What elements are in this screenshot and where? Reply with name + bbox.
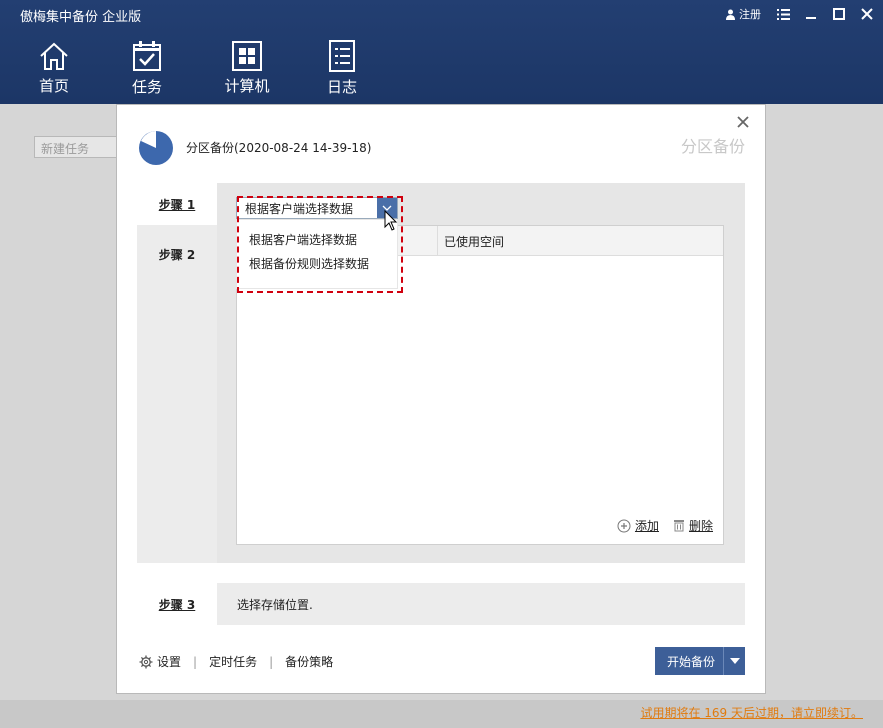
menu-button[interactable] — [771, 0, 795, 28]
schedule-link[interactable]: 定时任务 — [209, 653, 257, 670]
nav-item-home[interactable]: 首页 — [24, 40, 84, 96]
select-dropdown-list: 根据客户端选择数据 根据备份规则选择数据 — [236, 219, 398, 289]
partition-icon — [137, 129, 175, 167]
settings-link[interactable]: 设置 — [139, 653, 181, 670]
dialog-close-button[interactable] — [737, 109, 749, 133]
nav-item-label: 日志 — [326, 78, 357, 96]
main-nav: 首页 任务 计算机 日志 — [24, 40, 404, 96]
maximize-icon — [833, 8, 845, 20]
column-used-space: 已使用空间 — [437, 226, 504, 256]
settings-label: 设置 — [157, 655, 182, 669]
menu-icon — [776, 8, 790, 20]
step3-tab[interactable]: 步骤 3 — [137, 583, 217, 625]
divider: | — [269, 654, 274, 669]
delete-button[interactable]: 删除 — [673, 517, 713, 534]
add-button[interactable]: 添加 — [617, 517, 659, 534]
log-icon — [325, 40, 359, 72]
step3-bar: 步骤 3 选择存储位置. — [137, 583, 745, 625]
nav-item-tasks[interactable]: 任务 — [117, 40, 177, 96]
trial-notice-link[interactable]: 试用期将在 169 天后过期，请立即续订。 — [640, 704, 863, 721]
close-icon — [861, 8, 873, 20]
dialog-type-label: 分区备份 — [680, 137, 745, 156]
close-window-button[interactable] — [855, 0, 879, 28]
dropdown-option[interactable]: 根据客户端选择数据 — [237, 226, 397, 250]
steps-panel: 步骤 1 步骤 2 已使用空间 添加 删除 根据客户端选择数据 根据客户端选择数… — [137, 183, 745, 563]
delete-label: 删除 — [688, 519, 713, 533]
nav-item-computers[interactable]: 计算机 — [209, 40, 285, 96]
maximize-button[interactable] — [827, 0, 851, 28]
strategy-link[interactable]: 备份策略 — [285, 653, 333, 670]
gear-icon — [139, 655, 153, 668]
nav-item-label: 任务 — [131, 78, 162, 96]
dialog-footer-links: 设置 | 定时任务 | 备份策略 — [139, 653, 333, 670]
partition-backup-dialog: 分区备份(2020-08-24 14-39-18) 分区备份 步骤 1 步骤 2… — [116, 104, 766, 694]
start-backup-label: 开始备份 — [666, 654, 715, 669]
add-label: 添加 — [634, 519, 659, 533]
register-button[interactable]: 注册 — [725, 6, 761, 22]
nav-item-logs[interactable]: 日志 — [312, 40, 372, 96]
nav-item-label: 计算机 — [224, 77, 270, 95]
divider: | — [193, 654, 198, 669]
new-task-input[interactable]: 新建任务 — [34, 136, 118, 158]
user-icon — [726, 9, 735, 20]
caret-down-icon — [729, 658, 740, 664]
dropdown-option[interactable]: 根据备份规则选择数据 — [237, 250, 397, 274]
step1-tab[interactable]: 步骤 1 — [137, 183, 217, 225]
nav-item-label: 首页 — [38, 77, 69, 95]
trash-icon — [673, 520, 684, 532]
task-icon — [130, 40, 164, 72]
mouse-cursor-icon — [384, 210, 398, 231]
minimize-button[interactable] — [799, 0, 823, 28]
window-controls: 注册 — [725, 0, 883, 28]
windows-icon — [230, 40, 264, 71]
select-value: 根据客户端选择数据 — [245, 201, 354, 216]
app-title: 傲梅集中备份 企业版 — [20, 10, 142, 25]
table-actions: 添加 删除 — [617, 517, 713, 534]
add-icon — [617, 519, 631, 532]
data-source-select[interactable]: 根据客户端选择数据 — [236, 197, 398, 219]
start-backup-dropdown[interactable] — [723, 647, 745, 675]
close-icon — [737, 116, 749, 128]
home-icon — [37, 40, 71, 71]
task-name: 分区备份(2020-08-24 14-39-18) — [186, 141, 372, 155]
title-bar: 傲梅集中备份 企业版 注册 首页 任务 计算机 日志 — [0, 0, 883, 104]
step2-tab[interactable]: 步骤 2 — [137, 233, 217, 275]
register-label: 注册 — [739, 8, 761, 21]
step3-description: 选择存储位置. — [237, 597, 313, 612]
step-content: 已使用空间 添加 删除 根据客户端选择数据 根据客户端选择数据 根据备份规则选择… — [217, 183, 745, 563]
start-backup-button[interactable]: 开始备份 — [655, 647, 745, 675]
minimize-icon — [806, 17, 816, 19]
